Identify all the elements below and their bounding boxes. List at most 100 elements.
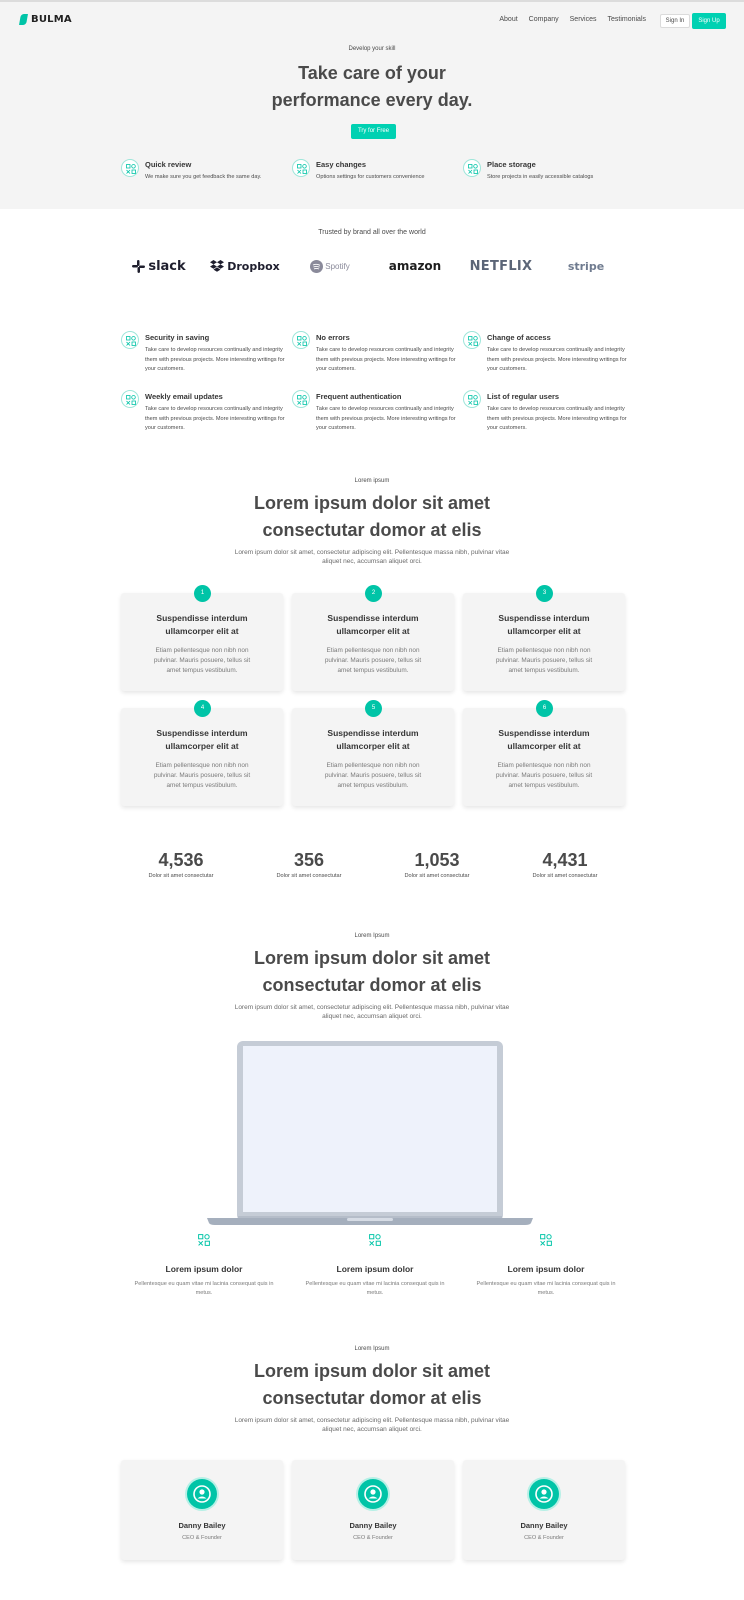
card-title-line1: Suspendisse interdum xyxy=(327,728,419,738)
card-text-line2: pulvinar. Mauris posuere, tellus sit xyxy=(153,657,251,664)
try-for-free-button[interactable]: Try for Free xyxy=(351,124,396,139)
feature-grid-icon xyxy=(292,390,310,408)
stat-value: 1,053 xyxy=(414,850,460,870)
card-title-line2: ullamcorper elit at xyxy=(165,626,239,636)
card-title-line1: Suspendisse interdum xyxy=(498,728,590,738)
feature-desc: Take care to develop resources continual… xyxy=(487,347,627,372)
small-feature-title: Lorem ipsum dolor xyxy=(165,1264,243,1274)
dropbox-logo: Dropbox xyxy=(205,256,285,276)
bulma-logo-icon xyxy=(19,14,28,25)
nav-link-about[interactable]: About xyxy=(499,16,517,23)
small-feature-title: Lorem ipsum dolor xyxy=(336,1264,414,1274)
logo[interactable]: BULMA xyxy=(19,14,72,25)
avatar xyxy=(358,1479,388,1509)
hero-feature-title: Place storage xyxy=(487,160,536,169)
step-badge: 5 xyxy=(365,700,382,717)
card-title-line2: ullamcorper elit at xyxy=(507,626,581,636)
small-feature: Lorem ipsum dolor Pellentesque eu quam v… xyxy=(124,1234,284,1298)
card-title-line1: Suspendisse interdum xyxy=(156,613,248,623)
small-feature-title: Lorem ipsum dolor xyxy=(507,1264,585,1274)
stat-value: 4,431 xyxy=(542,850,588,870)
amazon-logo: amazon xyxy=(375,256,455,276)
brand-stripe: stripe xyxy=(567,259,605,273)
card-text-line3: amet tempus vestibulum. xyxy=(508,667,580,674)
sign-in-button[interactable]: Sign In xyxy=(660,14,690,28)
step-card: Suspendisse interdum ullamcorper elit at… xyxy=(463,708,625,806)
card-title-line2: ullamcorper elit at xyxy=(507,741,581,751)
step-card: Suspendisse interdum ullamcorper elit at… xyxy=(292,708,454,806)
nav-link-services[interactable]: Services xyxy=(570,16,597,23)
card-text-line3: amet tempus vestibulum. xyxy=(337,667,409,674)
nav-link-company[interactable]: Company xyxy=(529,16,559,23)
card-text-line3: amet tempus vestibulum. xyxy=(508,782,580,789)
feature-grid-icon xyxy=(198,1234,210,1246)
section-title-line1: Lorem ipsum dolor sit amet xyxy=(253,1361,491,1381)
section-subtitle-line2: aliquet nec, accumsan aliquet orci. xyxy=(322,1013,422,1020)
hero-section: BULMA About Company Services Testimonial… xyxy=(0,2,744,209)
team-card: Danny Bailey CEO & Founder xyxy=(121,1460,283,1560)
step-card: Suspendisse interdum ullamcorper elit at… xyxy=(463,593,625,691)
logo-text: BULMA xyxy=(31,14,72,25)
card-text-line2: pulvinar. Mauris posuere, tellus sit xyxy=(495,772,593,779)
user-icon xyxy=(364,1485,382,1503)
section-title-line2: consectutar domor at elis xyxy=(262,975,482,995)
step-badge: 3 xyxy=(536,585,553,602)
hero-eyebrow: Develop your skill xyxy=(348,46,396,52)
team-card: Danny Bailey CEO & Founder xyxy=(463,1460,625,1560)
feature-desc: Take care to develop resources continual… xyxy=(316,347,456,372)
brand-netflix: NETFLIX xyxy=(469,258,533,274)
feature-desc: Take care to develop resources continual… xyxy=(487,406,627,431)
card-text-line1: Etiam pellentesque non nibh non xyxy=(326,647,420,654)
card-title-line2: ullamcorper elit at xyxy=(336,741,410,751)
card-text-line3: amet tempus vestibulum. xyxy=(337,782,409,789)
stat-label: Dolor sit amet consectutar xyxy=(276,873,342,879)
brand-amazon: amazon xyxy=(388,259,442,273)
card-text-line3: amet tempus vestibulum. xyxy=(166,667,238,674)
hero-feature-title: Quick review xyxy=(145,160,192,169)
feature-grid-icon xyxy=(463,331,481,349)
stat-label: Dolor sit amet consectutar xyxy=(404,873,470,879)
stat-value: 356 xyxy=(293,850,325,870)
card-text-line2: pulvinar. Mauris posuere, tellus sit xyxy=(153,772,251,779)
hero-title-line2: performance every day. xyxy=(271,90,473,110)
card-title-line2: ullamcorper elit at xyxy=(165,741,239,751)
section-title-line1: Lorem ipsum dolor sit amet xyxy=(253,493,491,513)
team-member-role: CEO & Founder xyxy=(353,1535,393,1541)
section-title-line2: consectutar domor at elis xyxy=(262,1388,482,1408)
small-feature-desc-line1: Pellentesque eu quam vitae mi lacinia co… xyxy=(134,1281,274,1287)
small-feature-desc-line2: metus. xyxy=(195,1290,213,1296)
team-member-role: CEO & Founder xyxy=(182,1535,222,1541)
card-text-line1: Etiam pellentesque non nibh non xyxy=(326,762,420,769)
small-feature-desc-line1: Pellentesque eu quam vitae mi lacinia co… xyxy=(476,1281,616,1287)
slack-icon xyxy=(132,259,146,273)
step-badge: 4 xyxy=(194,700,211,717)
navbar: BULMA About Company Services Testimonial… xyxy=(19,12,726,32)
feature-title: List of regular users xyxy=(487,392,560,401)
feature-grid-icon xyxy=(463,390,481,408)
sign-up-button[interactable]: Sign Up xyxy=(692,13,726,29)
feature-desc: Take care to develop resources continual… xyxy=(316,406,456,431)
feature-grid-icon xyxy=(292,159,310,177)
feature-title: Weekly email updates xyxy=(145,392,223,401)
netflix-logo: NETFLIX xyxy=(461,256,541,276)
small-feature: Lorem ipsum dolor Pellentesque eu quam v… xyxy=(466,1234,626,1298)
section-eyebrow: Lorem Ipsum xyxy=(354,933,390,939)
feature-title: Change of access xyxy=(487,333,551,342)
feature-grid-icon xyxy=(540,1234,552,1246)
spotify-logo: Spotify xyxy=(290,256,370,276)
hero-title-line1: Take care of your xyxy=(298,63,446,83)
hero-feature-desc: We make sure you get feedback the same d… xyxy=(145,174,262,180)
stat-label: Dolor sit amet consectutar xyxy=(148,873,214,879)
hero-feature-desc: Store projects in easily accessible cata… xyxy=(487,174,594,180)
card-text-line2: pulvinar. Mauris posuere, tellus sit xyxy=(324,657,422,664)
laptop-illustration xyxy=(207,1041,533,1225)
feature-grid-icon xyxy=(369,1234,381,1246)
card-title-line2: ullamcorper elit at xyxy=(336,626,410,636)
stat: 356 Dolor sit amet consectutar xyxy=(259,850,359,879)
section-title-line1: Lorem ipsum dolor sit amet xyxy=(253,948,491,968)
hero-feature-desc: Options settings for customers convenien… xyxy=(316,174,425,180)
feature-grid-icon xyxy=(463,159,481,177)
card-title-line1: Suspendisse interdum xyxy=(156,728,248,738)
feature-grid-icon xyxy=(292,331,310,349)
nav-link-testimonials[interactable]: Testimonials xyxy=(607,16,646,23)
